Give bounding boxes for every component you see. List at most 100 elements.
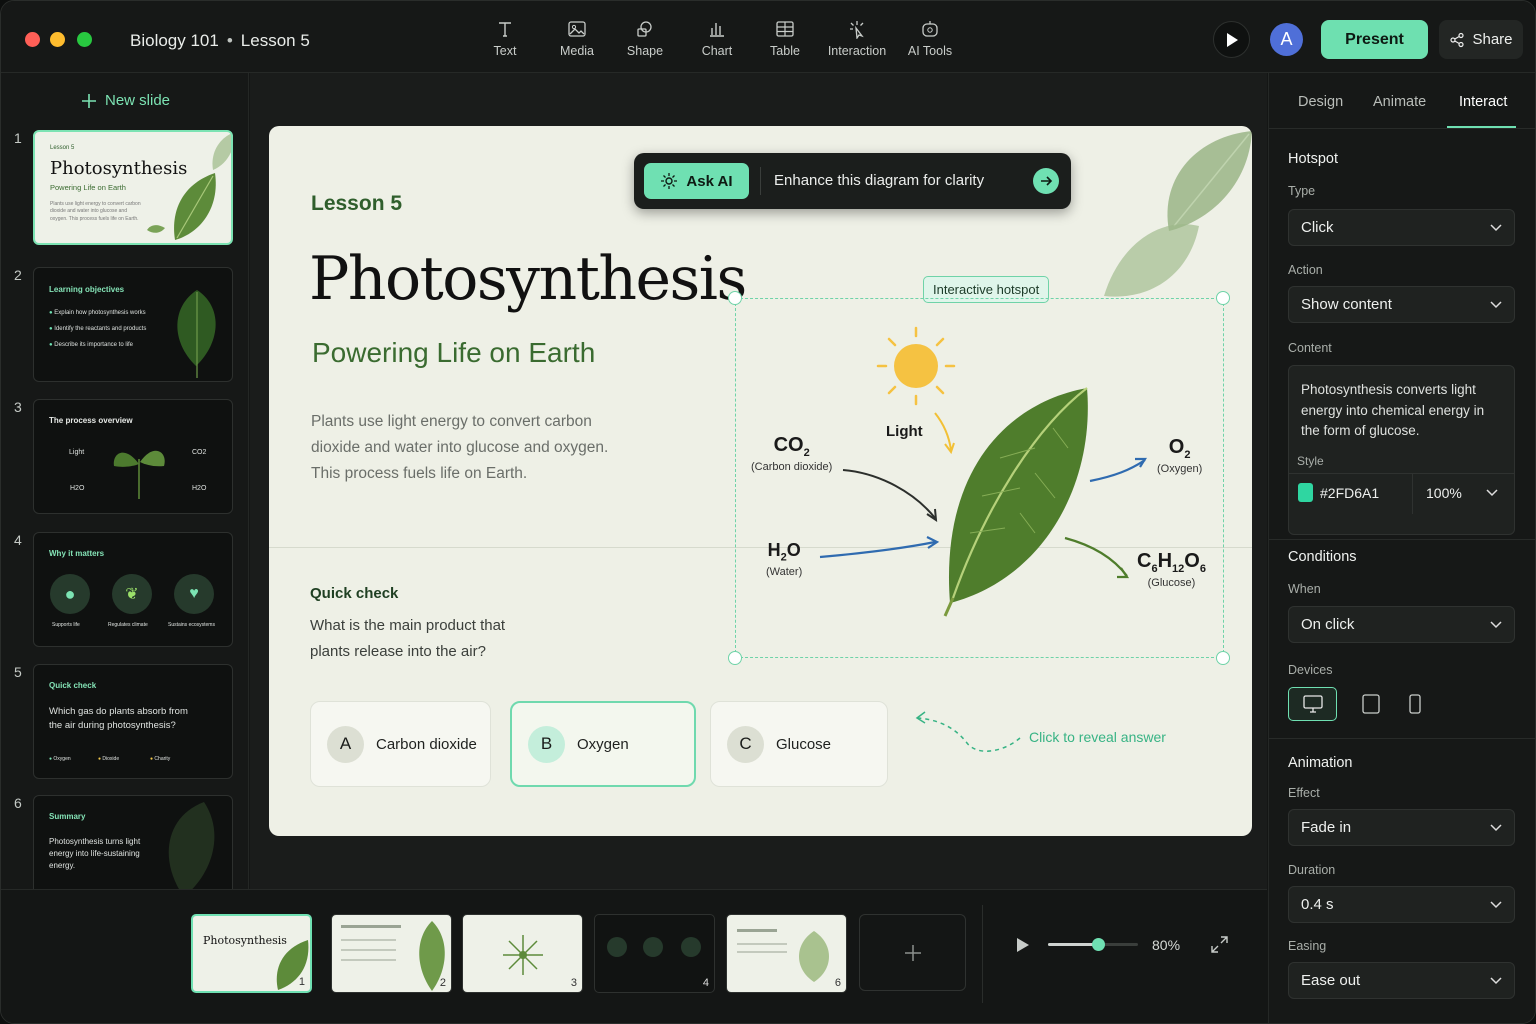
tool-media[interactable]: Media — [535, 19, 619, 63]
slide-thumbnail[interactable]: Learning objectives ● Explain how photos… — [33, 267, 233, 382]
objective-item: ● Explain how photosynthesis works — [49, 310, 146, 318]
style-color-swatch[interactable] — [1298, 483, 1313, 502]
slide-number: 2 — [14, 267, 22, 283]
why-item: Supports life — [52, 622, 80, 628]
quick-check-label: Quick check — [310, 585, 399, 602]
slide-subtitle: Powering Life on Earth — [312, 337, 596, 368]
co2-name: (Carbon dioxide) — [751, 461, 833, 473]
objective-text: Identify the reactants and products — [54, 326, 147, 332]
tool-ai-label: AI Tools — [907, 44, 953, 58]
close-window-button[interactable] — [25, 32, 40, 47]
check-icon: ● — [49, 342, 53, 348]
tool-interaction[interactable]: Interaction — [815, 19, 899, 63]
content-editor[interactable]: Photosynthesis converts light energy int… — [1288, 365, 1515, 535]
filmstrip-thumb-6[interactable]: 6 — [726, 914, 847, 993]
type-select[interactable]: Click — [1288, 209, 1515, 246]
filmstrip-thumb-3[interactable]: 3 — [462, 914, 583, 993]
fullscreen-icon[interactable] — [1211, 936, 1228, 953]
when-select[interactable]: On click — [1288, 606, 1515, 643]
filmstrip-thumb-2[interactable]: 2 — [331, 914, 452, 993]
device-phone-toggle[interactable] — [1390, 687, 1439, 721]
o2-label: O2 (Oxygen) — [1157, 436, 1202, 475]
option-text: Carbon dioxide — [376, 735, 477, 753]
answer-option-b[interactable]: B Oxygen — [510, 701, 696, 787]
play-icon — [1226, 32, 1238, 47]
plant-diagram-image — [503, 935, 543, 975]
ask-ai-prompt[interactable]: Enhance this diagram for clarity — [774, 172, 984, 189]
slide-thumbnail[interactable]: Why it matters ● ❦ ♥ Supports life Regul… — [33, 532, 233, 647]
ask-ai-button[interactable]: Ask AI — [644, 163, 749, 199]
o2-arrow — [1089, 459, 1146, 483]
filmstrip-line — [341, 939, 396, 941]
ask-ai-submit-button[interactable] — [1033, 168, 1059, 194]
arrow-right-icon — [1041, 176, 1053, 186]
present-button[interactable]: Present — [1321, 20, 1428, 59]
answer-option-c[interactable]: C Glucose — [710, 701, 888, 787]
objective-item: ● Describe its importance to life — [49, 342, 133, 350]
filmstrip-line — [737, 943, 787, 945]
chevron-down-icon — [1490, 900, 1502, 908]
tool-chart[interactable]: Chart — [675, 19, 759, 63]
share-button[interactable]: Share — [1439, 20, 1523, 59]
thumb-title: The process overview — [49, 416, 133, 425]
effect-select[interactable]: Fade in — [1288, 809, 1515, 846]
sun-icon — [876, 326, 956, 406]
glucose-formula: C6H12O6 — [1137, 550, 1206, 575]
desktop-icon — [1302, 695, 1323, 713]
tool-text[interactable]: Text — [479, 19, 531, 63]
filmstrip-line — [737, 929, 777, 932]
content-label: Content — [1288, 341, 1332, 355]
effect-label: Effect — [1288, 786, 1320, 800]
co2-label: CO2 (Carbon dioxide) — [751, 434, 832, 473]
plant-image — [113, 450, 165, 499]
new-slide-button[interactable]: New slide — [81, 92, 170, 109]
chevron-down-icon — [1490, 620, 1502, 628]
answer-option-a[interactable]: A Carbon dioxide — [310, 701, 491, 787]
slide-thumbnail[interactable]: Lesson 5 Photosynthesis Powering Life on… — [33, 130, 233, 245]
quick-check-question: What is the main product that plants rel… — [310, 617, 506, 660]
tab-animate[interactable]: Animate — [1373, 94, 1426, 110]
chevron-down-icon[interactable] — [1486, 489, 1498, 497]
zoom-slider-handle[interactable] — [1091, 938, 1105, 951]
leaf-icon: ❦ — [112, 574, 152, 614]
tab-design[interactable]: Design — [1298, 94, 1343, 110]
globe-icon: ● — [50, 574, 90, 614]
slide-thumbnail[interactable]: Summary Photosynthesis turns light energ… — [33, 795, 233, 895]
thumb-body: Plants use light energy to convert carbo… — [50, 201, 141, 222]
ai-icon — [922, 21, 938, 37]
device-tablet-toggle[interactable] — [1346, 687, 1395, 721]
play-icon[interactable] — [1016, 937, 1030, 953]
preview-play-button[interactable] — [1213, 21, 1250, 58]
maximize-window-button[interactable] — [77, 32, 92, 47]
style-opacity-value[interactable]: 100% — [1426, 485, 1462, 501]
minimize-window-button[interactable] — [50, 32, 65, 47]
option-letter: A — [327, 725, 364, 763]
filmstrip-line — [737, 951, 787, 953]
reveal-answer-hint[interactable]: Click to reveal answer — [1029, 729, 1166, 745]
h2o-label: H2O (Water) — [766, 540, 802, 578]
slide-thumbnail[interactable]: The process overview Light CO2 H2O H2O — [33, 399, 233, 514]
slide-title: Photosynthesis — [309, 244, 747, 314]
style-color-value[interactable]: #2FD6A1 — [1320, 485, 1379, 501]
user-avatar[interactable]: A — [1270, 23, 1303, 56]
zoom-slider-track[interactable] — [1048, 938, 1138, 951]
document-title: Biology 101 • Lesson 5 — [130, 31, 310, 51]
tool-table[interactable]: Table — [759, 19, 811, 63]
thumb-label: CO2 — [192, 449, 207, 456]
action-select[interactable]: Show content — [1288, 286, 1515, 323]
tool-shape[interactable]: Shape — [619, 19, 671, 63]
slide-canvas[interactable]: Lesson 5 Photosynthesis Powering Life on… — [269, 126, 1252, 836]
style-separator — [1412, 474, 1413, 514]
easing-select[interactable]: Ease out — [1288, 962, 1515, 999]
filmstrip-thumb-1[interactable]: Photosynthesis 1 — [191, 914, 312, 993]
tab-interact[interactable]: Interact — [1459, 94, 1507, 110]
tool-ai[interactable]: AI Tools — [899, 19, 961, 63]
duration-select[interactable]: 0.4 s — [1288, 886, 1515, 923]
leaf-icon — [643, 937, 663, 957]
filmstrip-thumb-4[interactable]: 4 — [594, 914, 715, 993]
device-desktop-toggle[interactable] — [1288, 687, 1337, 721]
o2-formula: O2 — [1168, 436, 1191, 461]
add-slide-button[interactable] — [859, 914, 966, 991]
easing-value: Ease out — [1301, 972, 1361, 989]
slide-thumbnail[interactable]: Quick check Which gas do plants absorb f… — [33, 664, 233, 779]
